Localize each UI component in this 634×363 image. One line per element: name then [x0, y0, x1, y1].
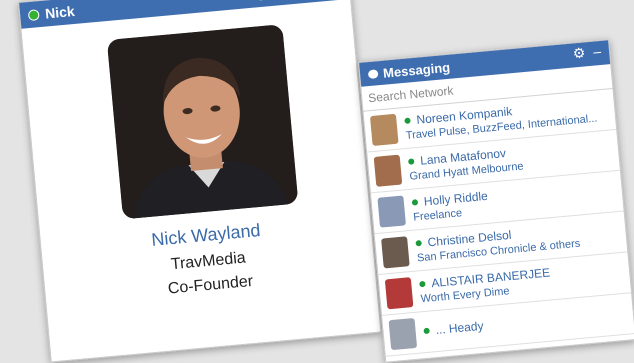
- online-status-icon: [415, 239, 422, 247]
- chat-header-actions: 📎 ⚙ ⤢ – ×: [247, 0, 341, 3]
- online-status-icon: [407, 158, 415, 165]
- chat-window: Nick 📎 ⚙ ⤢ – × Nick Wayland TravMedia Co…: [18, 0, 382, 363]
- chat-contact-name: Nick: [44, 2, 76, 22]
- messaging-title: Messaging: [382, 59, 451, 81]
- online-status-icon: [27, 8, 40, 21]
- contact-avatar: [369, 113, 399, 147]
- contact-name: ... Heady: [434, 318, 485, 338]
- messaging-panel: Messaging ⚙ – Noreen KompanikTravel Puls…: [358, 39, 634, 363]
- online-status-icon: [411, 199, 419, 206]
- minimize-icon[interactable]: –: [593, 43, 602, 61]
- contact-avatar: [381, 236, 410, 269]
- online-status-icon: [419, 280, 426, 288]
- contact-avatar: [373, 154, 403, 187]
- gear-icon[interactable]: ⚙: [274, 0, 288, 1]
- contact-list: Noreen Kompanik Travel Pulse, BuzzFeed, I…: [363, 89, 634, 357]
- messaging-header-actions: ⚙ –: [572, 43, 602, 63]
- contact-avatar: [384, 277, 414, 310]
- chat-bubble-icon: [367, 68, 379, 79]
- paperclip-icon[interactable]: 📎: [247, 0, 266, 3]
- gear-icon[interactable]: ⚙: [572, 44, 586, 62]
- profile-photo: [106, 24, 299, 220]
- contact-text: ... Heady: [423, 306, 628, 340]
- contact-avatar: [377, 195, 406, 228]
- contact-name-row: ... Heady: [423, 306, 627, 338]
- chat-header: Nick 📎 ⚙ ⤢ – ×: [19, 0, 351, 29]
- online-status-icon: [404, 117, 411, 125]
- online-status-icon: [423, 327, 430, 335]
- contact-avatar: [388, 317, 418, 351]
